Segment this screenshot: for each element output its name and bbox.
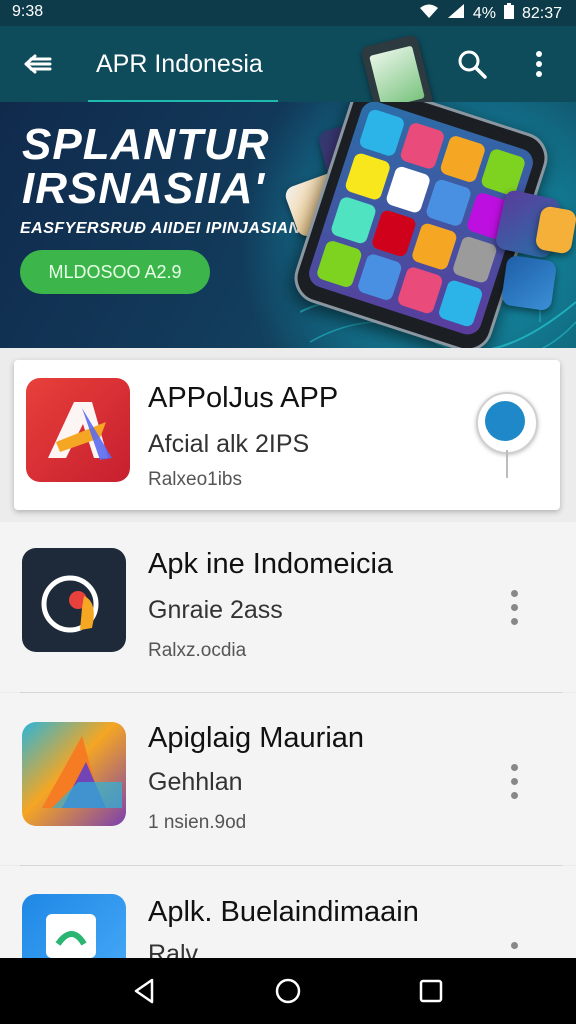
banner-tagline: EASFYERSRUĐ AIIDEI IPINJASIAN [20,220,301,237]
triangle-back-icon[interactable] [130,976,160,1006]
app-icon-featured[interactable] [26,378,130,482]
floating-app-tile [500,254,558,312]
more-vert-icon[interactable] [511,590,519,630]
more-vert-icon[interactable] [528,48,550,80]
featured-app-subtitle: Afcial alk 2IPS [148,430,310,458]
status-bar: 9:38 4% 82:37 [0,0,576,26]
app-name-2: Apiglaig Maurian [148,722,365,754]
app-icon-3[interactable] [22,894,126,958]
square-recents-icon[interactable] [416,976,446,1006]
banner-headline-2: IRSNASIIA' [22,164,265,213]
status-time: 9:38 [12,3,44,20]
app-meta-2: 1 nsien.9od [148,812,247,833]
pin-stem [506,450,508,478]
more-vert-icon[interactable] [511,764,519,804]
promo-banner[interactable]: SPLANTUR IRSNASIIA' EASFYERSRUĐ AIIDEI I… [0,102,576,348]
app-icon-2[interactable] [22,722,126,826]
app-name-1: Apk ine Indomeicia [148,548,394,580]
app-subtitle-2: Gehhlan [148,768,243,796]
search-icon[interactable] [456,48,488,80]
status-clock-right: 82:37 [521,4,562,22]
app-meta-1: Ralxz.ocdia [148,640,247,661]
wifi-icon [419,3,439,24]
app-bar: APR Indonesia [0,26,576,120]
app-name-3: Aplk. Buelaindimaain [148,896,419,928]
banner-cta-button[interactable]: MLDOSOO A2.9 [20,250,210,294]
featured-app-name: APPolJus APP [148,382,339,414]
app-icon-1[interactable] [22,548,126,652]
status-icons: 4% 82:37 [419,3,562,24]
circle-home-icon[interactable] [273,976,303,1006]
battery-icon [503,3,514,24]
floating-app-tile [534,205,576,255]
system-navigation-bar [0,958,576,1024]
signal-icon [447,3,465,24]
arrow-left-icon[interactable] [22,48,54,80]
featured-app-meta: Ralxeo1ibs [148,469,242,490]
app-subtitle-1: Gnraie 2ass [148,596,283,624]
banner-headline-1: SPLANTUR [22,120,270,169]
page-title: APR Indonesia [96,50,263,78]
location-pin-icon[interactable] [476,392,538,454]
battery-percent: 4% [472,4,496,22]
